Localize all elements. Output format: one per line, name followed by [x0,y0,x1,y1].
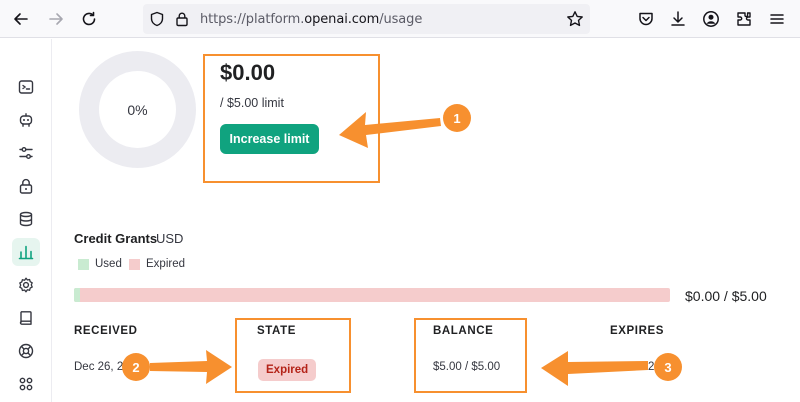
arrow-3 [541,351,648,386]
arrow-2 [150,350,232,384]
annotation-marker-1: 1 [443,104,471,132]
annotation-marker-3: 3 [654,353,682,381]
arrow-1 [339,112,441,148]
annotation-marker-2: 2 [122,353,150,381]
annotation-arrows [150,112,648,386]
